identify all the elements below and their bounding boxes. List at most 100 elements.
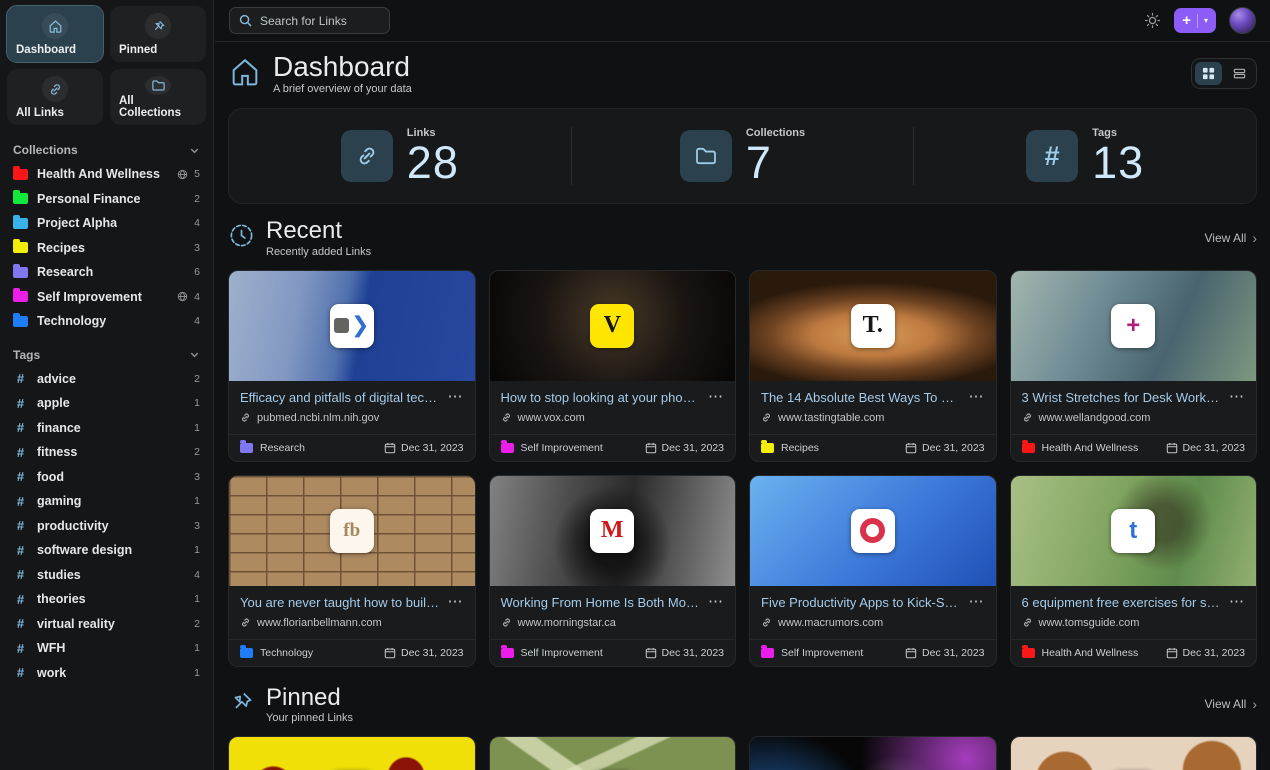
collection-count: 4 [194, 217, 200, 229]
tag-row-gaming[interactable]: #gaming1 [7, 489, 206, 514]
avatar[interactable] [1229, 7, 1256, 34]
grid-icon [1202, 67, 1215, 80]
calendar-icon [645, 647, 657, 659]
search-input[interactable] [260, 14, 380, 28]
link-icon [761, 617, 772, 628]
date-text: Dec 31, 2023 [1183, 647, 1245, 659]
link-card[interactable]: + 3 Wrist Stretches for Desk Workers to … [1010, 270, 1258, 462]
hash-icon: # [13, 543, 28, 558]
search-icon [239, 14, 252, 27]
calendar-icon [905, 647, 917, 659]
tag-count: 1 [194, 593, 200, 605]
link-card[interactable]: V How to stop looking at your phone - Vo… [489, 270, 737, 462]
folder-icon [501, 443, 514, 453]
collection-row-recipes[interactable]: Recipes 3 [7, 236, 206, 261]
more-button[interactable]: ⋯ [448, 595, 464, 609]
calendar-icon [1166, 442, 1178, 454]
card-thumbnail [750, 476, 996, 586]
tag-row-software-design[interactable]: #software design1 [7, 538, 206, 563]
sidebar-item-all-collections[interactable]: All Collections [110, 69, 206, 125]
tag-row-fitness[interactable]: #fitness2 [7, 440, 206, 465]
tag-row-work[interactable]: #work1 [7, 661, 206, 686]
hash-icon: # [1026, 130, 1078, 182]
card-url: www.wellandgood.com [1022, 412, 1246, 424]
date-badge: Dec 31, 2023 [905, 442, 984, 454]
caret-down-icon[interactable]: ▾ [1204, 16, 1208, 25]
tag-count: 1 [194, 642, 200, 654]
collection-row-health-and-wellness[interactable]: Health And Wellness 5 [7, 162, 206, 187]
sidebar-item-dashboard[interactable]: Dashboard [7, 6, 103, 62]
theme-toggle-sun-icon[interactable] [1144, 12, 1161, 29]
sidebar-item-pinned[interactable]: Pinned [110, 6, 206, 62]
card-title: How to stop looking at your phone - Vox [501, 390, 701, 405]
pinned-card[interactable] [489, 736, 737, 770]
date-badge: Dec 31, 2023 [384, 442, 463, 454]
folder-icon [680, 130, 732, 182]
more-button[interactable]: ⋯ [969, 595, 985, 609]
button-divider [1197, 14, 1198, 28]
link-card[interactable]: Five Productivity Apps to Kick-Start the… [749, 475, 997, 667]
more-button[interactable]: ⋯ [1229, 595, 1245, 609]
collection-row-project-alpha[interactable]: Project Alpha 4 [7, 211, 206, 236]
tag-row-theories[interactable]: #theories1 [7, 587, 206, 612]
chevron-down-icon[interactable] [189, 349, 200, 360]
tag-row-food[interactable]: #food3 [7, 465, 206, 490]
more-button[interactable]: ⋯ [708, 595, 724, 609]
chevron-down-icon[interactable] [189, 145, 200, 156]
collection-row-technology[interactable]: Technology 4 [7, 309, 206, 334]
view-all-link[interactable]: View All › [1205, 696, 1257, 712]
search-box[interactable] [229, 7, 390, 34]
more-button[interactable]: ⋯ [1229, 390, 1245, 404]
collection-name[interactable]: Self Improvement [521, 647, 603, 659]
collection-name[interactable]: Recipes [781, 442, 819, 454]
tag-row-studies[interactable]: #studies4 [7, 563, 206, 588]
tag-row-finance[interactable]: #finance1 [7, 416, 206, 441]
collection-name[interactable]: Health And Wellness [1042, 442, 1139, 454]
card-thumbnail [490, 737, 736, 770]
collection-row-research[interactable]: Research 6 [7, 260, 206, 285]
view-all-link[interactable]: View All › [1205, 230, 1257, 246]
tag-row-virtual-reality[interactable]: #virtual reality2 [7, 612, 206, 637]
calendar-icon [905, 442, 917, 454]
sidebar-item-label: All Links [16, 107, 94, 119]
more-button[interactable]: ⋯ [708, 390, 724, 404]
tag-row-wfh[interactable]: #WFH1 [7, 636, 206, 661]
link-card[interactable]: ❯ Efficacy and pitfalls of digital techn… [228, 270, 476, 462]
favicon-badge: + [1111, 304, 1155, 348]
link-card[interactable]: fb You are never taught how to build qua… [228, 475, 476, 667]
new-link-button[interactable]: + ▾ [1174, 8, 1216, 33]
collection-count: 3 [194, 242, 200, 254]
tag-row-productivity[interactable]: #productivity3 [7, 514, 206, 539]
tag-row-apple[interactable]: #apple1 [7, 391, 206, 416]
collection-name[interactable]: Self Improvement [521, 442, 603, 454]
link-card[interactable]: T. The 14 Absolute Best Ways To Elevate … [749, 270, 997, 462]
link-card[interactable]: M Working From Home Is Both More and L..… [489, 475, 737, 667]
more-button[interactable]: ⋯ [969, 390, 985, 404]
date-badge: Dec 31, 2023 [905, 647, 984, 659]
globe-icon [177, 169, 188, 180]
collection-name[interactable]: Health And Wellness [1042, 647, 1139, 659]
link-card[interactable]: t 6 equipment free exercises for sculpti… [1010, 475, 1258, 667]
collection-row-self-improvement[interactable]: Self Improvement 4 [7, 285, 206, 310]
sidebar-item-label: All Collections [119, 95, 197, 119]
more-button[interactable]: ⋯ [448, 390, 464, 404]
collection-name[interactable]: Self Improvement [781, 647, 863, 659]
collection-row-personal-finance[interactable]: Personal Finance 2 [7, 187, 206, 212]
section-title: Recent [266, 218, 371, 243]
collection-name[interactable]: Research [260, 442, 305, 454]
card-footer: Technology Dec 31, 2023 [229, 639, 475, 666]
pinned-card[interactable] [1010, 736, 1258, 770]
date-text: Dec 31, 2023 [1183, 442, 1245, 454]
hash-icon: # [13, 518, 28, 533]
tag-row-advice[interactable]: #advice2 [7, 367, 206, 392]
sidebar-item-all-links[interactable]: All Links [7, 69, 103, 125]
date-text: Dec 31, 2023 [922, 442, 984, 454]
folder-icon [13, 316, 28, 327]
collection-name[interactable]: Technology [260, 647, 313, 659]
list-view-button[interactable] [1226, 62, 1253, 85]
grid-view-button[interactable] [1195, 62, 1222, 85]
pinned-card[interactable] [228, 736, 476, 770]
link-icon [341, 130, 393, 182]
tag-count: 2 [194, 373, 200, 385]
pinned-card[interactable] [749, 736, 997, 770]
